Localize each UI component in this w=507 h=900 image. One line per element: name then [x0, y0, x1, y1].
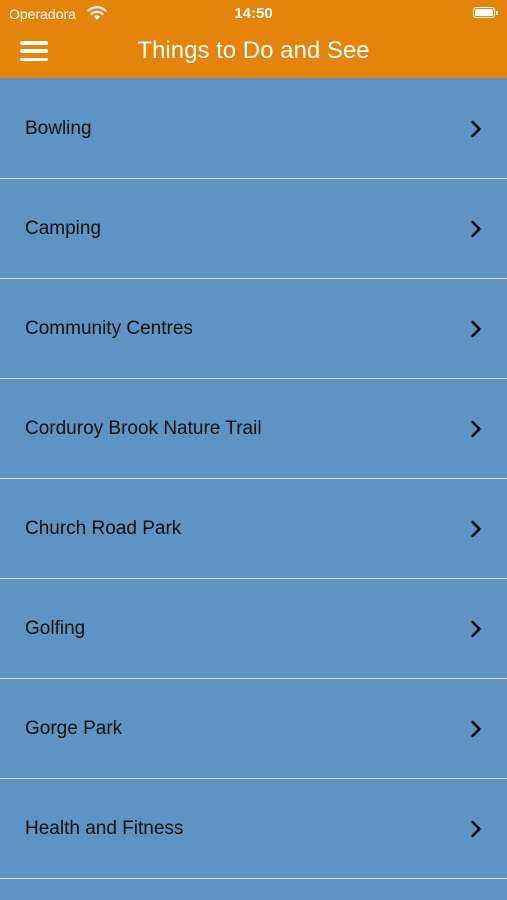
navigation-bar: Things to Do and See [0, 28, 507, 78]
battery-icon [473, 7, 498, 18]
chevron-right-icon [471, 820, 481, 837]
list-item[interactable]: Bowling [0, 79, 507, 179]
list-item-label: Golfing [25, 617, 86, 639]
list-item[interactable]: Church Road Park [0, 479, 507, 579]
top-bar: Operadora 14:50 Things to Do and See [0, 0, 507, 78]
status-bar: Operadora 14:50 [0, 0, 507, 28]
list-item[interactable]: Health and Fitness [0, 779, 507, 879]
list-item[interactable]: Gorge Park [0, 679, 507, 779]
list-item[interactable]: Community Centres [0, 279, 507, 379]
list-item-label: Community Centres [25, 317, 193, 339]
chevron-right-icon [471, 320, 481, 337]
list-item-label: Bowling [25, 117, 92, 139]
chevron-right-icon [471, 220, 481, 237]
list-item-label: Camping [25, 217, 102, 239]
activities-list: Bowling Camping Community Centres Cordur… [0, 79, 507, 879]
list-item[interactable]: Camping [0, 179, 507, 279]
chevron-right-icon [471, 620, 481, 637]
chevron-right-icon [471, 520, 481, 537]
list-item-label: Church Road Park [25, 517, 182, 539]
chevron-right-icon [471, 720, 481, 737]
list-item-label: Gorge Park [25, 717, 123, 739]
list-item-label: Health and Fitness [25, 817, 184, 839]
page-title: Things to Do and See [137, 37, 370, 64]
list-item[interactable]: Golfing [0, 579, 507, 679]
chevron-right-icon [471, 420, 481, 437]
status-time: 14:50 [234, 5, 273, 22]
chevron-right-icon [471, 120, 481, 137]
list-item[interactable]: Corduroy Brook Nature Trail [0, 379, 507, 479]
list-item-label: Corduroy Brook Nature Trail [25, 417, 262, 439]
